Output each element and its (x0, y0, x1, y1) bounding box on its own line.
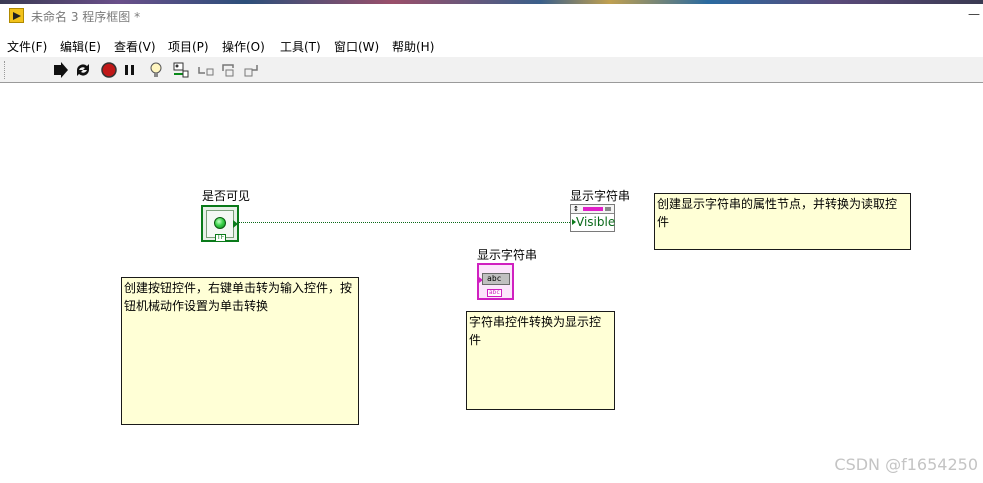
string-indicator-terminal[interactable]: abc abc (477, 263, 514, 300)
property-row-visible[interactable]: Visible (571, 215, 616, 231)
menu-view[interactable]: 查看(V) (114, 38, 156, 55)
boolean-control-terminal[interactable]: TF (201, 205, 239, 242)
output-arrow-icon (233, 220, 238, 228)
bool-control-label: 是否可见 (202, 189, 251, 203)
step-into-icon[interactable] (197, 61, 215, 79)
string-terminal-body: abc (482, 273, 510, 285)
boolean-terminal-body: TF (206, 210, 234, 242)
window-title: 未命名 3 程序框图 * (31, 10, 141, 24)
note-button-control[interactable]: 创建按钮控件，右键单击转为输入控件，按钮机械动作设置为单击转换 (121, 277, 359, 425)
run-arrow-icon[interactable] (52, 61, 70, 79)
menu-window[interactable]: 窗口(W) (334, 38, 379, 55)
menu-edit[interactable]: 编辑(E) (60, 38, 101, 55)
property-node-header: ↕ (571, 205, 614, 214)
prop-node-label: 显示字符串 (570, 189, 631, 203)
ref-tail (605, 207, 611, 211)
run-continuously-icon[interactable] (74, 61, 92, 79)
reference-icon: ↕ (573, 205, 579, 213)
retain-wire-values-icon[interactable] (172, 61, 190, 79)
abort-icon[interactable] (100, 61, 118, 79)
note-property-node[interactable]: 创建显示字符串的属性节点，并转换为读取控件 (654, 193, 911, 250)
title-bar (0, 4, 983, 35)
abc-type-badge: abc (487, 289, 502, 297)
minimize-button[interactable]: — (968, 8, 980, 20)
menu-file[interactable]: 文件(F) (7, 38, 47, 55)
labview-app-icon (9, 8, 24, 23)
step-out-icon[interactable] (242, 61, 260, 79)
menu-operate[interactable]: 操作(O) (222, 38, 265, 55)
step-over-icon[interactable] (220, 61, 238, 79)
tf-type-badge: TF (215, 234, 227, 242)
note-string-indicator[interactable]: 字符串控件转换为显示控件 (466, 311, 615, 410)
menu-tools[interactable]: 工具(T) (280, 38, 321, 55)
string-abc-text: abc (487, 274, 502, 283)
property-node[interactable]: ↕ Visible (570, 204, 615, 232)
pause-icon[interactable] (121, 61, 139, 79)
led-icon (214, 217, 226, 229)
boolean-wire[interactable] (239, 222, 570, 223)
toolbar-grip (4, 61, 6, 79)
watermark: CSDN @f1654250 (834, 455, 978, 474)
string-ref-bar (583, 207, 603, 211)
string-indicator-label: 显示字符串 (477, 248, 538, 262)
property-name: Visible (576, 215, 616, 229)
highlight-execution-icon[interactable] (147, 61, 165, 79)
menu-help[interactable]: 帮助(H) (392, 38, 434, 55)
menu-project[interactable]: 项目(P) (168, 38, 209, 55)
